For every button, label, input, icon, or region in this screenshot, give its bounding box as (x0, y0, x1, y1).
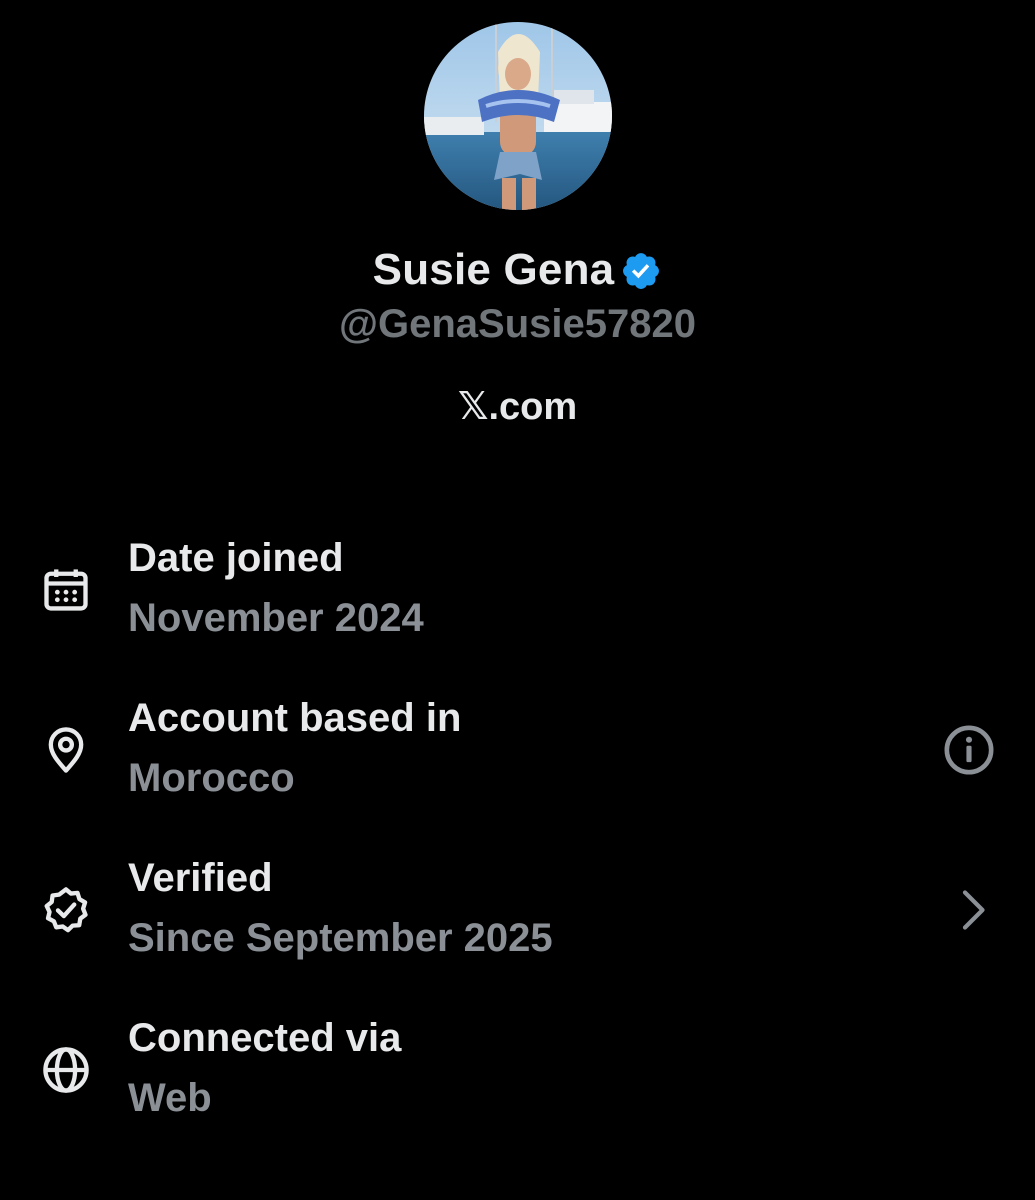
detail-row-account-based-in: Account based in Morocco (0, 690, 1035, 810)
display-name-row: Susie Gena (0, 240, 1035, 300)
detail-row-date-joined: Date joined November 2024 (0, 530, 1035, 650)
location-pin-icon (48, 727, 84, 773)
calendar-icon (44, 569, 88, 611)
verified-badge-icon (623, 253, 660, 289)
detail-value: November 2024 (128, 596, 424, 640)
profile-avatar[interactable] (424, 22, 612, 210)
avatar-photo (424, 22, 612, 210)
detail-value: Morocco (128, 756, 295, 800)
detail-value: Since September 2025 (128, 916, 553, 960)
detail-value: Web (128, 1076, 212, 1120)
detail-title: Account based in (128, 696, 462, 740)
verified-check-icon (44, 887, 88, 933)
detail-row-connected-via: Connected via Web (0, 1010, 1035, 1130)
detail-title: Date joined (128, 536, 344, 580)
detail-row-verified[interactable]: Verified Since September 2025 (0, 850, 1035, 970)
source-site: 𝕏.com (457, 386, 578, 428)
detail-title: Connected via (128, 1016, 402, 1060)
chevron-right-icon[interactable] (944, 882, 1000, 938)
detail-title: Verified (128, 856, 273, 900)
globe-icon (43, 1047, 89, 1093)
display-name: Susie Gena (372, 245, 615, 294)
profile-handle: @GenaSusie57820 (339, 302, 696, 346)
info-icon[interactable] (941, 722, 997, 778)
